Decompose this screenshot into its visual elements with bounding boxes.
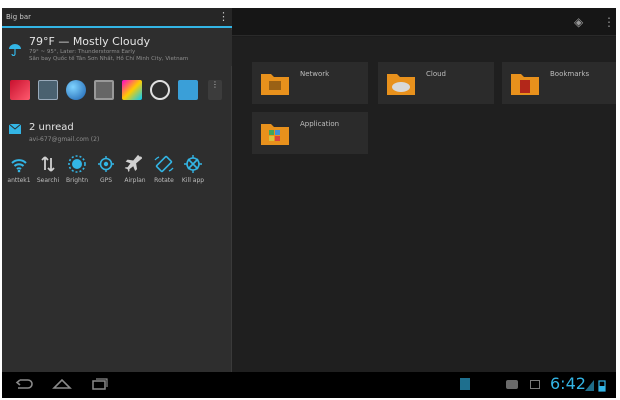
tile-network[interactable]: Network [252, 62, 368, 104]
wifi-icon [11, 159, 27, 173]
back-icon[interactable] [14, 376, 34, 392]
toggle-rotate[interactable]: Rotate [149, 154, 179, 190]
application-folder-icon [261, 124, 289, 145]
device-screen: ◈ ⋮ Network Cloud Bookmarks Application … [2, 8, 616, 398]
weather-location: Sân bay Quốc tế Tân Sơn Nhất, Hồ Chí Min… [29, 56, 189, 62]
overflow-menu-icon[interactable]: ⋮ [603, 14, 615, 30]
tile-label: Cloud [426, 70, 446, 78]
toggle-kill-app[interactable]: Kill app [178, 154, 208, 190]
notification-icon [460, 378, 470, 390]
toggle-label: Rotate [154, 177, 174, 184]
brightness-icon [68, 155, 86, 173]
system-navigation-bar: 6:42 [2, 372, 616, 398]
mail-icon [9, 124, 21, 134]
tile-label: Bookmarks [550, 70, 590, 78]
toggle-label: Airplan [124, 177, 146, 184]
signal-battery-icon [585, 380, 606, 392]
toggle-brightness[interactable]: Brightn [62, 154, 92, 190]
rotate-icon [154, 155, 174, 173]
toggle-label: Searchi [36, 177, 60, 184]
toggle-label: GPS [99, 177, 113, 184]
more-apps-icon[interactable]: ⋮ [208, 80, 222, 100]
recent-apps-icon[interactable] [90, 376, 110, 392]
app-shortcut-row: ⋮ [2, 78, 232, 108]
mail-unread-count: 2 unread [29, 122, 74, 133]
toggle-gps[interactable]: GPS [91, 154, 121, 190]
view-toggle-icon[interactable]: ◈ [574, 14, 583, 30]
tile-label: Application [300, 120, 340, 128]
mail-notification[interactable]: 2 unread avi-677@gmail.com (2) [2, 120, 232, 154]
toggle-label: Kill app [181, 177, 205, 184]
tile-label: Network [300, 70, 330, 78]
toggle-airplane[interactable]: Airplan [120, 154, 150, 190]
tile-application[interactable]: Application [252, 112, 368, 154]
airplane-icon [124, 154, 143, 172]
weather-headline: 79°F — Mostly Cloudy [29, 35, 151, 48]
weather-notification[interactable]: 79°F — Mostly Cloudy 79° ~ 95°, Later: T… [2, 30, 232, 66]
home-icon[interactable] [52, 376, 72, 392]
cloud-folder-icon [387, 74, 415, 95]
video-app-icon[interactable] [10, 80, 30, 100]
toggle-label: Brightn [65, 177, 89, 184]
contacts-app-icon[interactable] [178, 80, 198, 100]
shade-menu-icon[interactable]: ⋮ [218, 10, 229, 24]
weather-forecast: 79° ~ 95°, Later: Thunderstorms Early [29, 49, 136, 55]
clock-app-icon[interactable] [150, 80, 170, 100]
network-folder-icon [261, 74, 289, 95]
notification-shade: Big bar ⋮ 79°F — Mostly Cloudy 79° ~ 95°… [2, 8, 232, 372]
umbrella-icon [9, 44, 21, 56]
tile-bookmarks[interactable]: Bookmarks [502, 62, 616, 104]
photo-icon [530, 380, 540, 389]
mail-account: avi-677@gmail.com (2) [29, 136, 100, 143]
data-sync-icon [41, 156, 55, 172]
camera-app-icon[interactable] [94, 80, 114, 100]
gps-icon [98, 156, 114, 172]
settings-app-icon[interactable] [38, 80, 58, 100]
kill-app-icon [184, 155, 202, 173]
shade-title: Big bar [6, 13, 32, 21]
gallery-app-icon[interactable] [122, 80, 142, 100]
toggle-sync[interactable]: Searchi [33, 154, 63, 190]
toggle-wifi[interactable]: anttek1 [4, 154, 34, 190]
tile-cloud[interactable]: Cloud [378, 62, 494, 104]
toggle-label: anttek1 [7, 177, 31, 184]
bookmarks-folder-icon [511, 74, 539, 95]
status-clock: 6:42 [550, 374, 586, 393]
gamepad-icon [506, 380, 518, 389]
weather-detail: 79° ~ 95°, Later: Thunderstorms Early Sâ… [29, 49, 229, 63]
shade-header: Big bar ⋮ [2, 8, 232, 28]
browser-app-icon[interactable] [66, 80, 86, 100]
